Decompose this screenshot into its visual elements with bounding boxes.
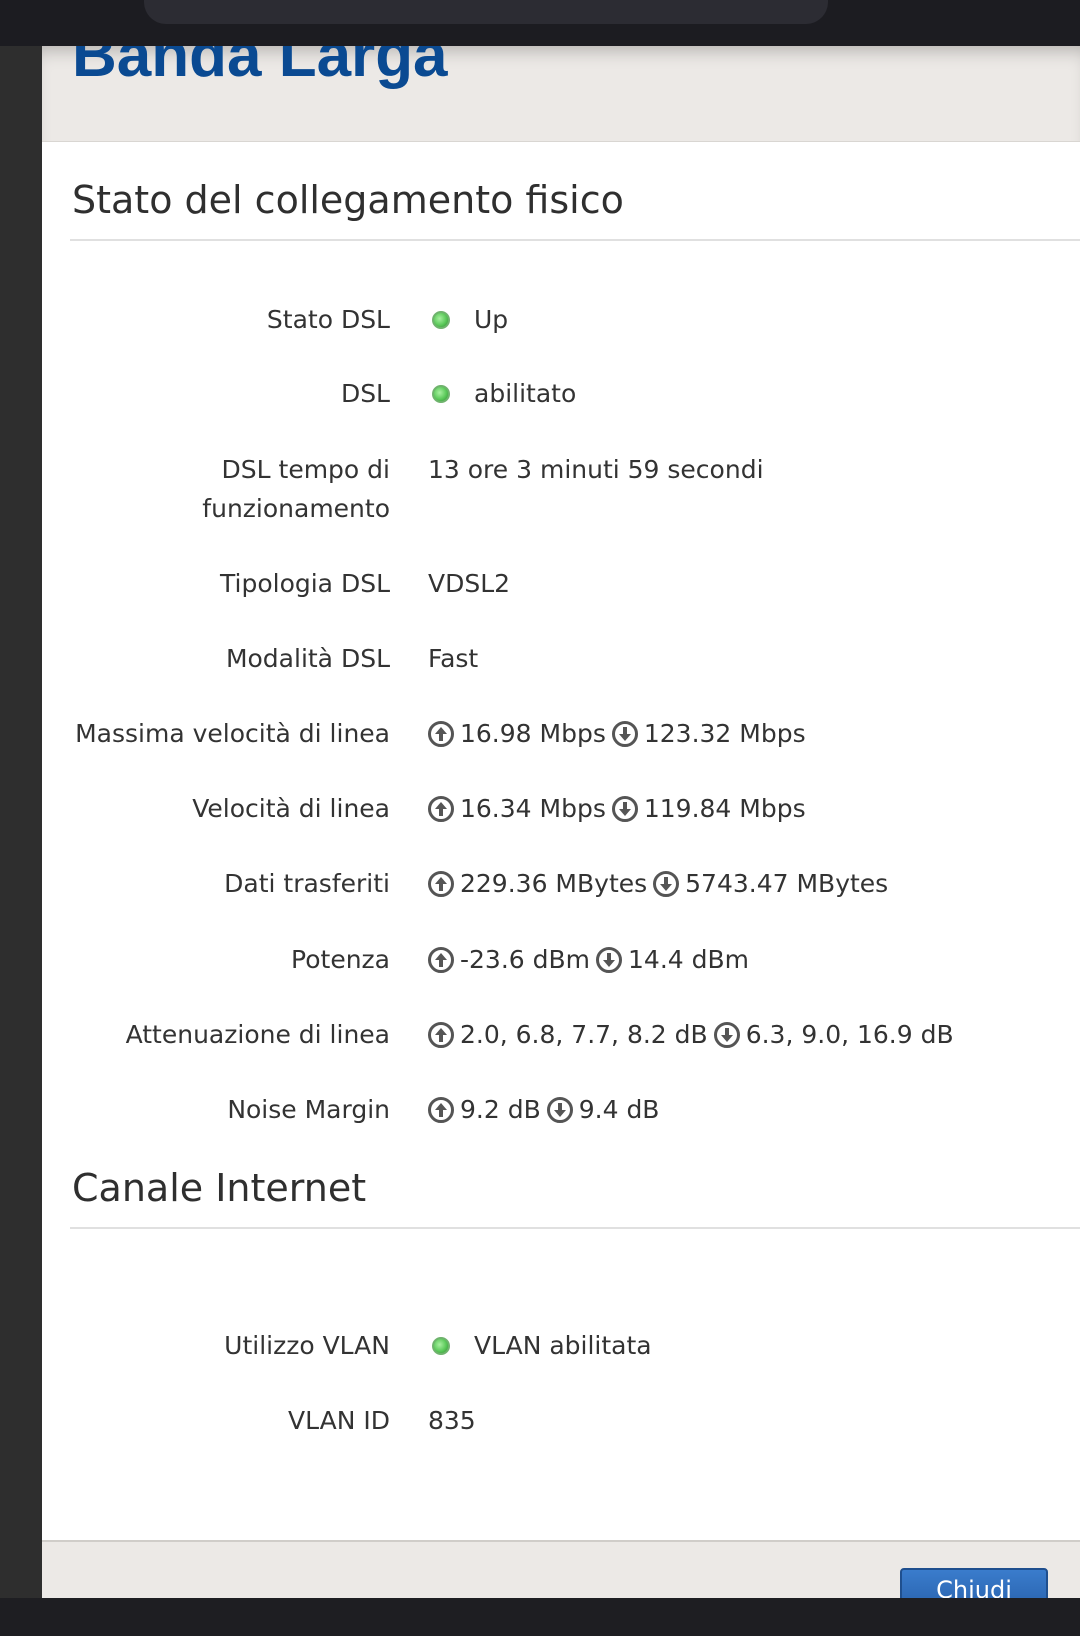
- attenuation-up-text: 2.0, 6.8, 7.7, 8.2 dB: [460, 1020, 708, 1049]
- section-title-internet-channel: Canale Internet: [72, 1166, 367, 1210]
- green-status-led-icon: [432, 1336, 450, 1355]
- download-arrow-icon: [596, 946, 623, 973]
- row-label-vlan-usage: Utilizzo VLAN: [224, 1331, 390, 1360]
- row-label-dsl-state: Stato DSL: [266, 305, 390, 334]
- power-up-text: -23.6 dBm: [460, 945, 591, 974]
- row-label-power: Potenza: [291, 945, 390, 974]
- upload-arrow-icon: [428, 720, 454, 747]
- section-divider: [70, 1227, 1080, 1229]
- download-arrow-icon: [713, 1021, 740, 1048]
- browser-address-pill[interactable]: [144, 0, 828, 24]
- row-value-noise-margin: 9.2 dB 9.4 dB: [428, 1090, 659, 1129]
- noise-margin-up-text: 9.2 dB: [460, 1095, 541, 1124]
- section-divider: [70, 239, 1080, 241]
- max-rate-up-text: 16.98 Mbps: [460, 719, 606, 748]
- row-label-max-line-rate: Massima velocità di linea: [75, 719, 390, 748]
- row-value-power: -23.6 dBm 14.4 dBm: [428, 940, 749, 979]
- modal-footer: Chiudi: [42, 1540, 1080, 1598]
- dsl-enabled-text: abilitato: [474, 379, 577, 408]
- row-value-data-transferred: 229.36 MBytes 5743.47 MBytes: [428, 864, 888, 903]
- row-value-dsl-type: VDSL2: [428, 564, 510, 603]
- row-label-dsl: DSL: [340, 379, 390, 408]
- upload-arrow-icon: [428, 1096, 454, 1123]
- upload-arrow-icon: [428, 870, 454, 897]
- download-arrow-icon: [653, 870, 680, 897]
- upload-arrow-icon: [428, 795, 454, 822]
- row-label-line-rate: Velocità di linea: [192, 794, 390, 823]
- section-title-physical-link: Stato del collegamento fisico: [72, 178, 624, 222]
- upload-arrow-icon: [428, 946, 454, 973]
- page-background-strip: [0, 46, 42, 1598]
- vlan-usage-text: VLAN abilitata: [474, 1331, 652, 1360]
- download-arrow-icon: [611, 720, 638, 747]
- row-label-line-attenuation: Attenuazione di linea: [125, 1020, 390, 1049]
- row-value-line-rate: 16.34 Mbps 119.84 Mbps: [428, 789, 806, 828]
- data-transferred-down-text: 5743.47 MBytes: [685, 869, 889, 898]
- browser-top-bar: [0, 0, 1080, 46]
- row-value-dsl-mode: Fast: [428, 639, 478, 678]
- upload-arrow-icon: [428, 1021, 454, 1048]
- attenuation-down-text: 6.3, 9.0, 16.9 dB: [745, 1020, 954, 1049]
- row-label-noise-margin: Noise Margin: [227, 1095, 390, 1124]
- browser-bottom-bar: [0, 1598, 1080, 1636]
- row-label-dsl-uptime-line2: funzionamento: [202, 494, 390, 523]
- max-rate-down-text: 123.32 Mbps: [643, 719, 806, 748]
- dsl-state-text: Up: [474, 305, 509, 334]
- row-value-max-line-rate: 16.98 Mbps 123.32 Mbps: [428, 714, 806, 753]
- dsl-uptime-text: 13 ore 3 minuti 59 secondi: [428, 455, 764, 484]
- vlan-id-text: 835: [428, 1406, 476, 1435]
- close-button[interactable]: Chiudi: [900, 1568, 1048, 1598]
- row-label-vlan-id: VLAN ID: [288, 1406, 390, 1435]
- data-transferred-up-text: 229.36 MBytes: [460, 869, 648, 898]
- modal-title: Banda Larga: [72, 46, 448, 90]
- row-label-dsl-uptime: DSL tempo di funzionamento: [60, 450, 390, 528]
- noise-margin-down-text: 9.4 dB: [578, 1095, 660, 1124]
- line-rate-down-text: 119.84 Mbps: [643, 794, 806, 823]
- download-arrow-icon: [546, 1096, 573, 1123]
- row-value-line-attenuation: 2.0, 6.8, 7.7, 8.2 dB 6.3, 9.0, 16.9 dB: [428, 1015, 954, 1054]
- dsl-type-text: VDSL2: [428, 569, 511, 598]
- modal-header: Banda Larga: [42, 46, 1080, 142]
- row-value-dsl: abilitato: [428, 374, 576, 413]
- power-down-text: 14.4 dBm: [628, 945, 749, 974]
- row-value-vlan-usage: VLAN abilitata: [428, 1326, 652, 1365]
- row-value-vlan-id: 835: [428, 1401, 476, 1440]
- green-status-led-icon: [432, 310, 450, 329]
- row-label-dsl-mode: Modalità DSL: [225, 644, 390, 673]
- green-status-led-icon: [432, 384, 450, 403]
- row-value-dsl-state: Up: [428, 300, 508, 339]
- row-label-dsl-type: Tipologia DSL: [220, 569, 390, 598]
- row-value-dsl-uptime: 13 ore 3 minuti 59 secondi: [428, 450, 764, 489]
- broadband-modal: Banda Larga Stato del collegamento fisic…: [42, 46, 1080, 1598]
- row-label-dsl-uptime-line1: DSL tempo di: [221, 455, 390, 484]
- download-arrow-icon: [611, 795, 638, 822]
- row-label-data-transferred: Dati trasferiti: [224, 869, 390, 898]
- line-rate-up-text: 16.34 Mbps: [460, 794, 606, 823]
- dsl-mode-text: Fast: [428, 644, 479, 673]
